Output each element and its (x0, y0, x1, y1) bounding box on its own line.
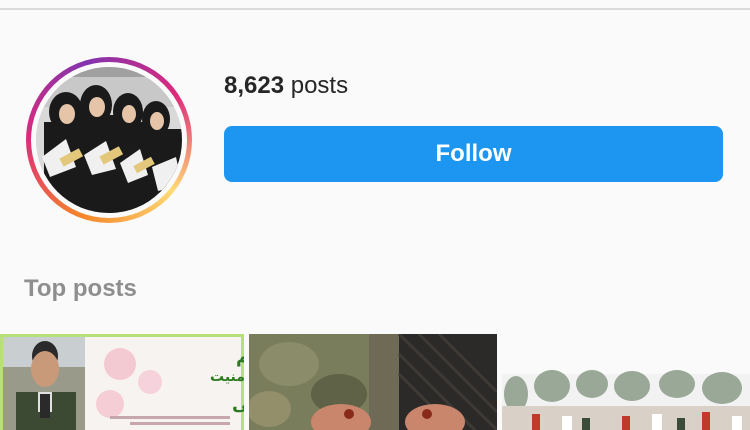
post-1-line-3: شهید محسن طحاسی (232, 394, 244, 415)
hashtag-page: 8,623 posts Follow Top posts تحریم تحریم (0, 0, 750, 430)
top-post-2[interactable] (249, 334, 497, 430)
post-1-line-1: تحریم تحریم (236, 346, 244, 367)
post-count: 8,623 posts (224, 72, 348, 100)
post-2-image (249, 334, 497, 430)
header-divider (0, 8, 750, 10)
post-3-image (502, 334, 750, 430)
post-count-unit: posts (290, 72, 349, 99)
follow-button[interactable]: Follow (224, 126, 723, 182)
avatar-ring-gap (31, 62, 187, 218)
top-post-1[interactable]: تحریم تحریم ناجا امنیت شهید محسن طحاسی (0, 334, 244, 430)
profile-avatar[interactable] (26, 57, 192, 223)
avatar-image (36, 67, 182, 213)
post-count-value: 8,623 (224, 72, 285, 99)
top-posts-grid: تحریم تحریم ناجا امنیت شهید محسن طحاسی (0, 334, 750, 430)
post-1-image: تحریم تحریم ناجا امنیت شهید محسن طحاسی (0, 334, 244, 430)
post-1-line-2: ناجا امنیت (210, 369, 244, 385)
top-post-3[interactable] (502, 334, 750, 430)
section-title: Top posts (24, 275, 137, 302)
avatar-photo (36, 67, 182, 213)
